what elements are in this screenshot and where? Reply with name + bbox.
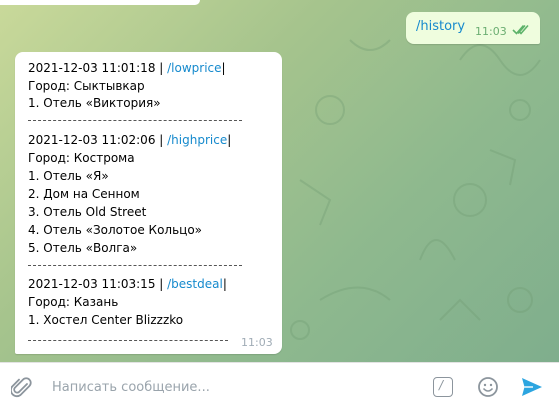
entry-separator-bar: | <box>227 133 232 147</box>
slash-glyph: / <box>439 378 444 392</box>
paperclip-icon[interactable] <box>11 376 33 400</box>
entry-city: Город: Казань <box>28 295 119 309</box>
dashed-divider <box>28 120 242 121</box>
hotel-item: 1. Отель «Я» <box>28 169 109 183</box>
outgoing-message-time: 11:03 <box>475 25 507 38</box>
entry-datetime: 2021-12-03 11:01:18 | <box>28 61 168 75</box>
hotel-item: 1. Отель «Виктория» <box>28 96 161 110</box>
history-entry-header: 2021-12-03 11:03:15 | /bestdeal| <box>28 276 227 292</box>
emoji-icon[interactable] <box>477 376 499 398</box>
entry-datetime: 2021-12-03 11:02:06 | <box>28 133 168 147</box>
previous-message-edge <box>0 0 200 5</box>
message-input[interactable]: Написать сообщение... <box>52 380 210 395</box>
incoming-message-bubble[interactable]: 2021-12-03 11:01:18 | /lowprice| Город: … <box>15 52 282 354</box>
hotel-item: 2. Дом на Сенном <box>28 187 140 201</box>
hotel-item: 5. Отель «Волга» <box>28 241 138 255</box>
command-link[interactable]: /highprice <box>167 133 227 147</box>
hotel-item: 4. Отель «Золотое Кольцо» <box>28 223 203 237</box>
history-entry-header: 2021-12-03 11:01:18 | /lowprice| <box>28 60 226 76</box>
incoming-message-time: 11:03 <box>241 336 273 349</box>
entry-separator-bar: | <box>222 277 227 291</box>
outgoing-command-text[interactable]: /history <box>416 19 465 34</box>
dashed-divider <box>28 340 228 341</box>
message-composer: Написать сообщение... / <box>0 362 559 413</box>
outgoing-message-bubble[interactable]: /history 11:03 <box>406 12 540 44</box>
entry-datetime: 2021-12-03 11:03:15 | <box>28 277 168 291</box>
slash-command-icon[interactable]: / <box>433 377 453 397</box>
hotel-item: 1. Хостел Center Blizzzko <box>28 313 184 327</box>
hotel-item: 3. Отель Old Street <box>28 205 147 219</box>
command-link[interactable]: /lowprice <box>167 61 221 75</box>
entry-city: Город: Кострома <box>28 151 135 165</box>
entry-separator-bar: | <box>221 61 226 75</box>
command-link[interactable]: /bestdeal <box>167 277 223 291</box>
entry-city: Город: Сыктывкар <box>28 79 145 93</box>
history-entry-header: 2021-12-03 11:02:06 | /highprice| <box>28 132 231 148</box>
send-icon[interactable] <box>520 376 544 398</box>
dashed-divider <box>28 265 242 266</box>
read-checkmarks-icon <box>512 24 529 35</box>
